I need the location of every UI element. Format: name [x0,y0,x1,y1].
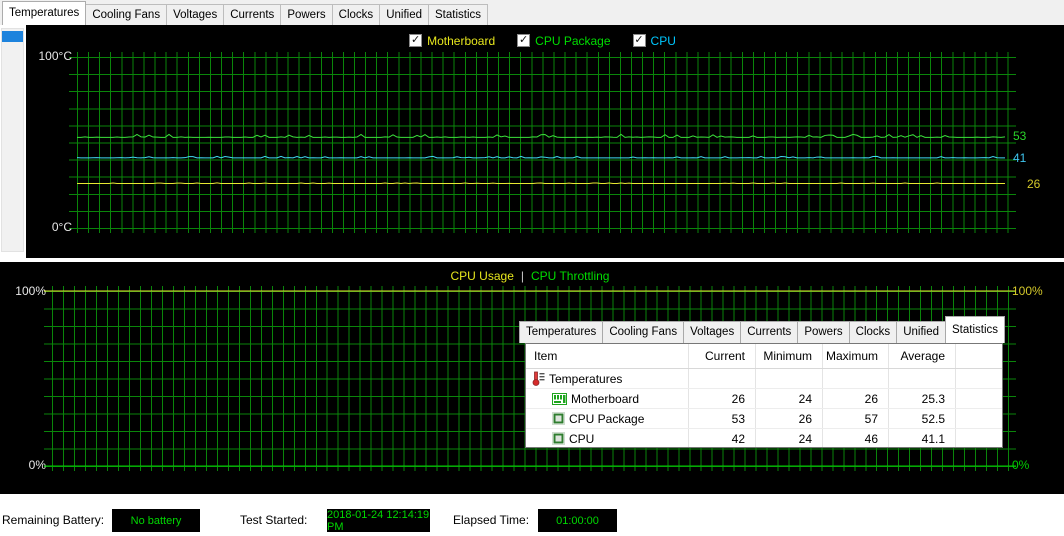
empty-cell [889,369,956,388]
statistics-popup-window: Temperatures Cooling Fans Voltages Curre… [516,315,1004,448]
average-cell: 25.3 [889,389,956,408]
header-item[interactable]: Item [526,344,689,368]
y-axis-min-label-right: 0% [1012,458,1029,472]
group-label: Temperatures [549,372,622,386]
statistics-table: Item Current Minimum Maximum Average [525,343,1003,448]
empty-cell [756,369,823,388]
motherboard-icon [552,393,567,405]
temperature-series-plot [0,25,1064,258]
tab-unified[interactable]: Unified [379,4,429,25]
header-maximum[interactable]: Maximum [823,344,889,368]
table-row-cpu-package[interactable]: CPU Package 53 26 57 52.5 [526,409,1002,429]
chip-icon [552,432,565,445]
current-value-motherboard: 26 [1027,177,1040,191]
maximum-cell: 26 [823,389,889,408]
app-window: Temperatures Cooling Fans Voltages Curre… [0,0,1064,536]
table-header-row: Item Current Minimum Maximum Average [526,344,1002,369]
average-cell: 52.5 [889,409,956,428]
minimum-cell: 24 [756,429,823,448]
main-tab-bar: Temperatures Cooling Fans Voltages Curre… [0,0,1064,25]
elapsed-time-value: 01:00:00 [538,509,617,532]
popup-tab-powers[interactable]: Powers [797,321,849,343]
maximum-cell: 57 [823,409,889,428]
y-axis-max-label-right: 100% [1012,284,1043,298]
current-value-cpu-package: 53 [1013,129,1026,143]
empty-cell [689,369,756,388]
table-group-row[interactable]: Temperatures [526,369,1002,389]
table-row-motherboard[interactable]: Motherboard 26 24 26 25.3 [526,389,1002,409]
thermometer-icon [530,371,545,386]
empty-cell [823,369,889,388]
minimum-cell: 24 [756,389,823,408]
popup-tab-cooling-fans[interactable]: Cooling Fans [602,321,684,343]
header-minimum[interactable]: Minimum [756,344,823,368]
item-cell: CPU Package [526,409,689,428]
test-started-label: Test Started: [240,509,307,532]
battery-label: Remaining Battery: [2,509,104,532]
battery-value: No battery [112,509,200,532]
status-bar: Remaining Battery: No battery Test Start… [0,494,1064,536]
item-cell: Motherboard [526,389,689,408]
tab-temperatures[interactable]: Temperatures [2,1,86,25]
empty-cell [956,409,1002,428]
current-cell: 53 [689,409,756,428]
test-started-value: 2018-01-24 12:14:19 PM [327,509,430,532]
tab-cooling-fans[interactable]: Cooling Fans [85,4,167,25]
empty-cell [956,369,1002,388]
current-value-cpu: 41 [1013,151,1026,165]
group-cell: Temperatures [526,369,689,388]
chip-icon [552,412,565,425]
maximum-cell: 46 [823,429,889,448]
tab-voltages[interactable]: Voltages [166,4,224,25]
temperature-chart-panel: Motherboard CPU Package CPU 100°C 0°C 53… [0,25,1064,258]
header-average[interactable]: Average [889,344,956,368]
item-label: Motherboard [571,392,639,406]
minimum-cell: 26 [756,409,823,428]
average-cell: 41.1 [889,429,956,448]
popup-tab-unified[interactable]: Unified [896,321,946,343]
header-blank [956,344,1002,368]
header-current[interactable]: Current [689,344,756,368]
empty-cell [956,389,1002,408]
elapsed-time-label: Elapsed Time: [453,509,529,532]
popup-tab-clocks[interactable]: Clocks [849,321,898,343]
tab-statistics[interactable]: Statistics [428,4,488,25]
item-label: CPU Package [569,412,644,426]
item-label: CPU [569,432,594,446]
popup-tab-currents[interactable]: Currents [740,321,798,343]
empty-cell [956,429,1002,448]
current-cell: 26 [689,389,756,408]
popup-tab-bar: Temperatures Cooling Fans Voltages Curre… [516,315,1004,343]
popup-tab-statistics[interactable]: Statistics [945,316,1005,343]
tab-clocks[interactable]: Clocks [332,4,381,25]
popup-tab-temperatures[interactable]: Temperatures [519,321,603,343]
tab-powers[interactable]: Powers [280,4,332,25]
table-row-cpu[interactable]: CPU 42 24 46 41.1 [526,429,1002,448]
tab-currents[interactable]: Currents [223,4,281,25]
popup-tab-voltages[interactable]: Voltages [683,321,741,343]
item-cell: CPU [526,429,689,448]
current-cell: 42 [689,429,756,448]
